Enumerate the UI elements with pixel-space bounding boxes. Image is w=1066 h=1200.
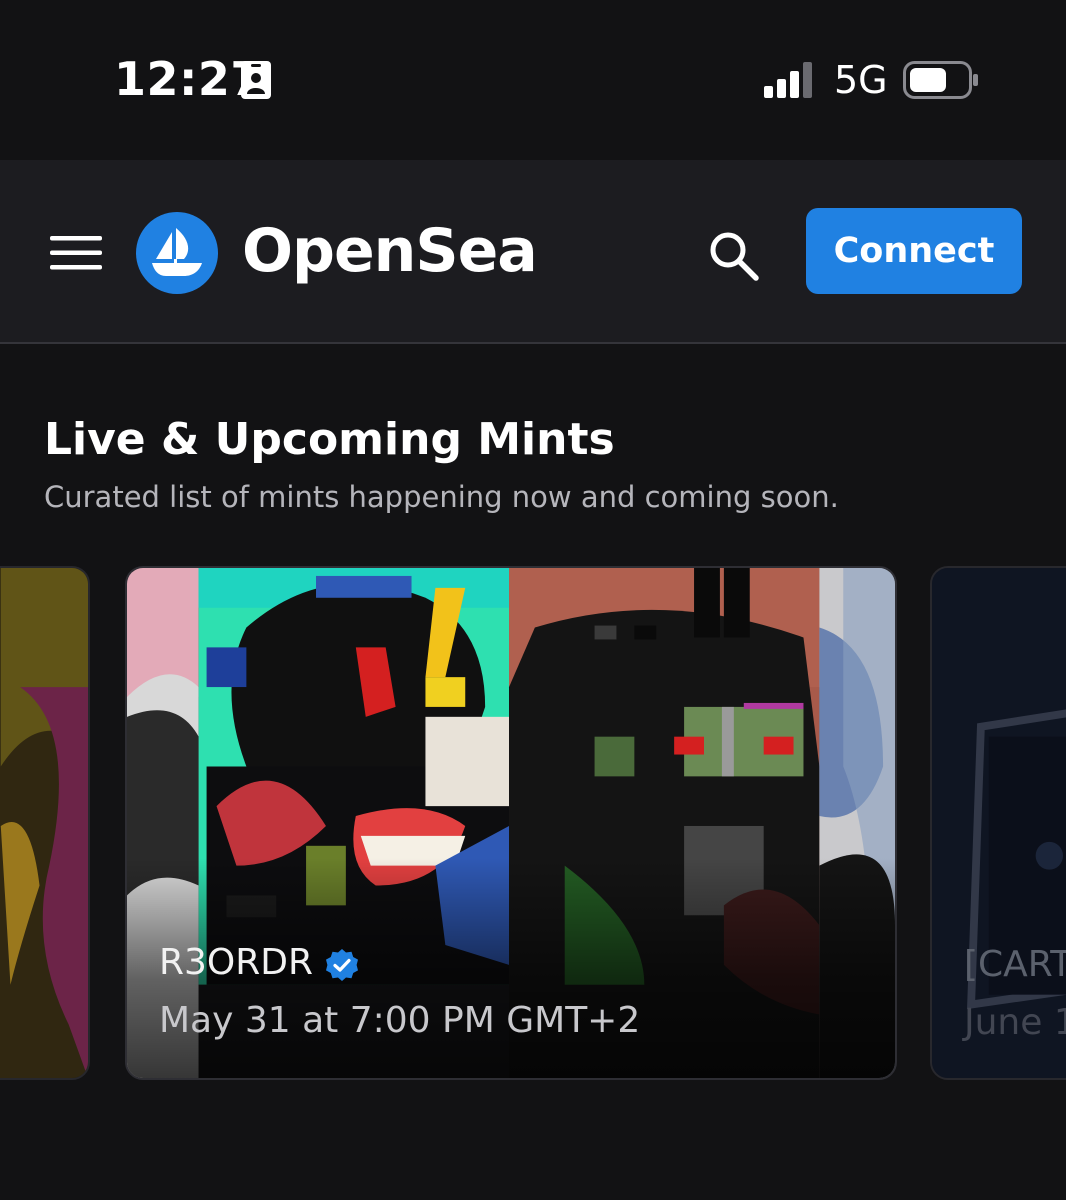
section-subtitle: Curated list of mints happening now and …	[44, 480, 839, 514]
hamburger-menu-icon[interactable]	[50, 236, 102, 270]
search-icon[interactable]	[706, 228, 762, 284]
verified-badge-icon	[326, 949, 358, 981]
mint-card-previous[interactable]	[0, 566, 90, 1080]
mint-card-next[interactable]: [CART June 1	[930, 566, 1066, 1080]
battery-icon	[903, 61, 978, 99]
mint-date: June 1	[964, 1002, 1066, 1043]
top-navigation: OpenSea Connect	[0, 160, 1066, 344]
opensea-logo-icon[interactable]	[136, 212, 218, 294]
mint-date: May 31 at 7:00 PM GMT+2	[159, 1000, 641, 1041]
status-bar: 12:27 5G	[0, 0, 1066, 160]
mint-collection-name: R3ORDR	[159, 942, 314, 983]
mint-collection-name: [CART	[964, 944, 1066, 985]
network-type: 5G	[834, 58, 888, 102]
section-title: Live & Upcoming Mints	[44, 414, 615, 465]
brand-name[interactable]: OpenSea	[242, 216, 538, 286]
cellular-signal-icon	[764, 62, 812, 98]
mint-card[interactable]: R3ORDR May 31 at 7:00 PM GMT+2	[125, 566, 897, 1080]
contact-card-icon	[241, 61, 271, 99]
connect-button[interactable]: Connect	[806, 208, 1022, 294]
mint-artwork-image	[0, 568, 88, 1078]
